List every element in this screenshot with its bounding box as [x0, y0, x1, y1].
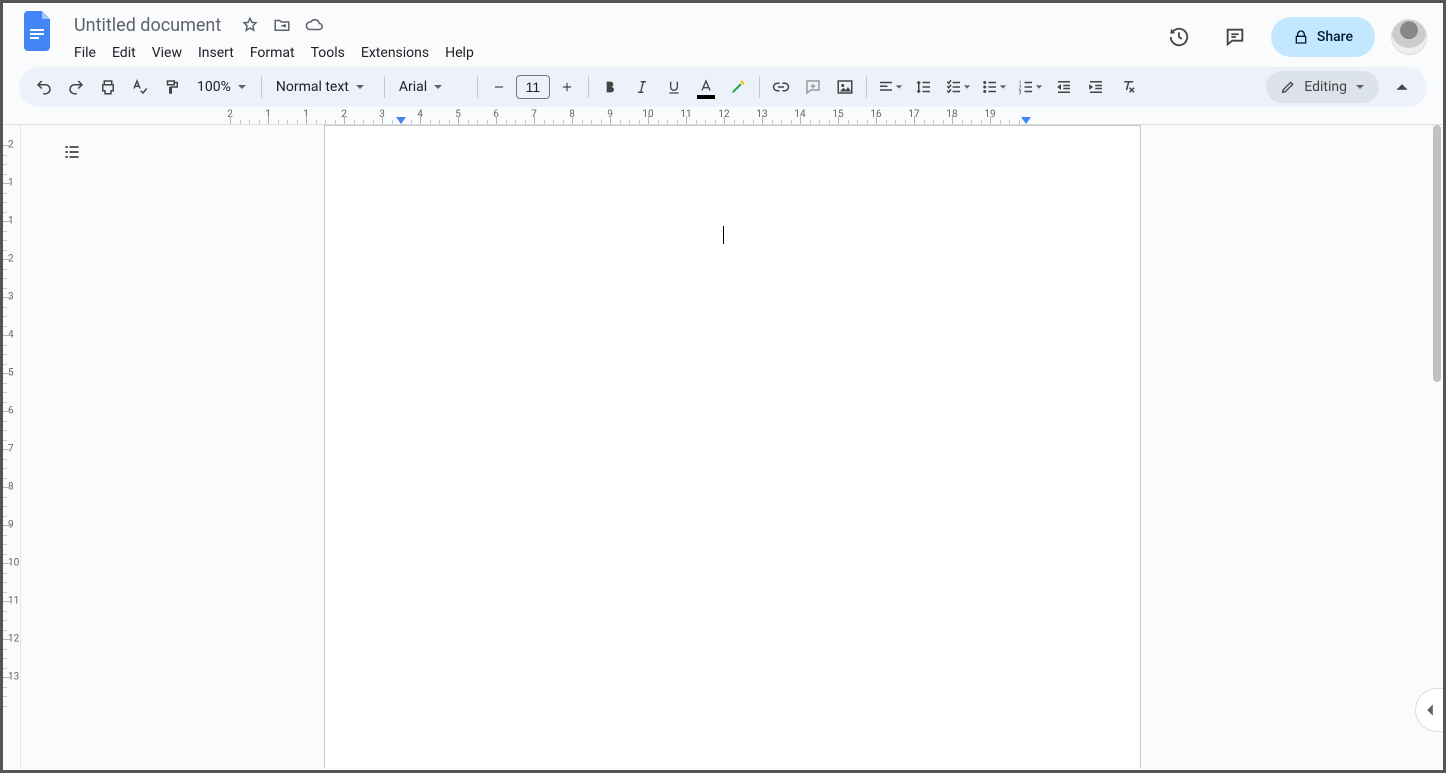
left-indent-marker[interactable] [396, 117, 406, 124]
zoom-value: 100% [197, 79, 231, 95]
text-cursor [723, 226, 724, 244]
style-value: Normal text [276, 79, 349, 95]
increase-font-size-button[interactable] [552, 72, 582, 102]
numbered-list-dropdown[interactable]: 123 [1013, 72, 1047, 102]
checklist-dropdown[interactable] [941, 72, 975, 102]
align-dropdown[interactable] [873, 72, 907, 102]
document-title-input[interactable]: Untitled document [67, 13, 228, 38]
vertical-ruler[interactable]: 2112345678910111213 [3, 125, 21, 768]
font-size-input[interactable] [516, 75, 550, 99]
bold-button[interactable] [595, 72, 625, 102]
caret-down-icon [237, 82, 247, 92]
redo-button[interactable] [61, 72, 91, 102]
caret-down-icon [1035, 83, 1043, 91]
lock-icon [1293, 29, 1309, 45]
move-icon[interactable] [272, 15, 292, 35]
menu-edit[interactable]: Edit [105, 41, 143, 65]
menu-extensions[interactable]: Extensions [354, 41, 436, 65]
zoom-dropdown[interactable]: 100% [189, 72, 255, 102]
menubar: File Edit View Insert Format Tools Exten… [67, 41, 481, 65]
workspace: 2112345678910111213 [3, 125, 1443, 768]
caret-down-icon [355, 82, 365, 92]
document-canvas[interactable] [21, 125, 1443, 768]
caret-down-icon [1355, 82, 1365, 92]
menu-view[interactable]: View [145, 41, 189, 65]
horizontal-ruler[interactable]: 2112345678910111213141516171819 [3, 109, 1443, 125]
caret-down-icon [895, 83, 903, 91]
paragraph-style-dropdown[interactable]: Normal text [268, 72, 378, 102]
font-value: Arial [399, 79, 427, 95]
paint-format-button[interactable] [157, 72, 187, 102]
account-avatar[interactable] [1391, 19, 1427, 55]
insert-link-button[interactable] [766, 72, 796, 102]
text-color-button[interactable] [691, 72, 721, 102]
decrease-indent-button[interactable] [1049, 72, 1079, 102]
separator [866, 76, 867, 98]
highlight-color-button[interactable] [723, 72, 753, 102]
underline-button[interactable] [659, 72, 689, 102]
increase-indent-button[interactable] [1081, 72, 1111, 102]
cloud-status-icon[interactable] [304, 15, 324, 35]
italic-button[interactable] [627, 72, 657, 102]
caret-down-icon [433, 82, 443, 92]
line-spacing-button[interactable] [909, 72, 939, 102]
menu-file[interactable]: File [67, 41, 103, 65]
insert-image-button[interactable] [830, 72, 860, 102]
separator [477, 76, 478, 98]
docs-logo[interactable] [19, 11, 59, 51]
pencil-icon [1280, 79, 1296, 95]
vertical-scrollbar[interactable] [1431, 125, 1443, 768]
separator [261, 76, 262, 98]
caret-down-icon [963, 83, 971, 91]
clear-formatting-button[interactable] [1113, 72, 1143, 102]
star-icon[interactable] [240, 15, 260, 35]
add-comment-button[interactable] [798, 72, 828, 102]
scrollbar-thumb[interactable] [1433, 125, 1441, 382]
mode-label: Editing [1304, 79, 1347, 95]
undo-button[interactable] [29, 72, 59, 102]
menu-insert[interactable]: Insert [191, 41, 241, 65]
decrease-font-size-button[interactable] [484, 72, 514, 102]
last-edit-icon[interactable] [1159, 17, 1199, 57]
editing-mode-dropdown[interactable]: Editing [1266, 71, 1379, 103]
share-label: Share [1317, 29, 1353, 45]
spellcheck-button[interactable] [125, 72, 155, 102]
separator [384, 76, 385, 98]
right-indent-marker[interactable] [1021, 117, 1031, 124]
toolbar: 100% Normal text Arial [19, 67, 1427, 107]
hide-menus-button[interactable] [1387, 72, 1417, 102]
comments-icon[interactable] [1215, 17, 1255, 57]
share-button[interactable]: Share [1271, 17, 1375, 57]
show-side-panel-button[interactable] [1415, 688, 1443, 732]
menu-format[interactable]: Format [243, 41, 302, 65]
menu-help[interactable]: Help [438, 41, 481, 65]
svg-text:3: 3 [1018, 90, 1021, 96]
show-outline-button[interactable] [55, 135, 89, 169]
separator [588, 76, 589, 98]
caret-down-icon [999, 83, 1007, 91]
bulleted-list-dropdown[interactable] [977, 72, 1011, 102]
font-family-dropdown[interactable]: Arial [391, 72, 471, 102]
print-button[interactable] [93, 72, 123, 102]
document-page[interactable] [324, 125, 1141, 768]
menu-tools[interactable]: Tools [304, 41, 352, 65]
app-header: Untitled document File Edit View Insert … [3, 3, 1443, 67]
separator [759, 76, 760, 98]
